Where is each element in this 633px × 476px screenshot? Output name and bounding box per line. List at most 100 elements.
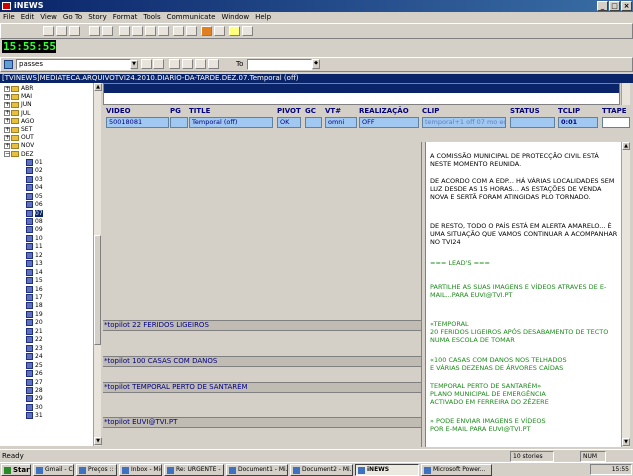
printer-icon[interactable]	[186, 26, 197, 36]
gc-field[interactable]	[305, 117, 322, 128]
story-scrollbar[interactable]: ▲ ▼	[621, 142, 630, 447]
clip-field[interactable]: temporal+1 off 07 mo ed 1	[422, 117, 506, 128]
tree-day-10[interactable]: 10	[26, 234, 43, 242]
tree-folder-set[interactable]: + SET	[4, 126, 32, 133]
tree-scroll-thumb[interactable]	[94, 235, 101, 345]
tree-scroll-up-icon[interactable]: ▲	[94, 83, 102, 91]
copy-icon[interactable]	[56, 26, 67, 36]
minimize-button[interactable]: _	[597, 1, 608, 11]
menu-communicate[interactable]: Communicate	[167, 13, 216, 21]
tree-day-02[interactable]: 02	[26, 167, 43, 175]
expand-icon[interactable]: +	[4, 142, 10, 149]
menu-file[interactable]: File	[3, 13, 15, 21]
spell-icon[interactable]	[145, 26, 156, 36]
expand-icon[interactable]: −	[4, 151, 10, 158]
taskbar-item-8[interactable]: Microsoft Power...	[421, 464, 492, 476]
expand-icon[interactable]: +	[4, 118, 10, 125]
realizacao-field[interactable]: OFF	[359, 117, 419, 128]
tree-day-30[interactable]: 30	[26, 403, 43, 411]
flash-icon[interactable]	[201, 26, 212, 36]
print-icon[interactable]	[173, 26, 184, 36]
tree-day-01[interactable]: 01	[26, 158, 43, 166]
tree-day-14[interactable]: 14	[26, 268, 43, 276]
cut-icon[interactable]	[43, 26, 54, 36]
tree-day-06[interactable]: 06	[26, 201, 43, 209]
tree-folder-jun[interactable]: + JUN	[4, 101, 32, 108]
cg-bar-1[interactable]: *topilot 22 FERIDOS LIGEIROS	[103, 320, 421, 331]
tree-day-08[interactable]: 08	[26, 217, 43, 225]
title-field[interactable]: Temporal (off)	[189, 117, 273, 128]
story-view-icon[interactable]	[208, 59, 219, 69]
tree-day-25[interactable]: 25	[26, 361, 43, 369]
expand-icon[interactable]: +	[4, 110, 10, 117]
maximize-button[interactable]: □	[609, 1, 620, 11]
close-button[interactable]: ×	[621, 1, 632, 11]
view-icon[interactable]	[242, 26, 253, 36]
help-icon[interactable]	[214, 26, 225, 36]
window-icon[interactable]	[89, 26, 100, 36]
pivot-field[interactable]: OK	[277, 117, 301, 128]
to-input[interactable]	[247, 59, 312, 70]
story-scroll-up-icon[interactable]: ▲	[622, 142, 630, 150]
split-window-icon[interactable]	[102, 26, 113, 36]
start-button[interactable]: Start	[1, 464, 31, 476]
tree-scroll-down-icon[interactable]: ▼	[94, 437, 102, 445]
expand-icon[interactable]: +	[4, 134, 10, 141]
vt-field[interactable]: omni	[325, 117, 357, 128]
to-spin-button[interactable]: ◆	[312, 59, 320, 69]
taskbar-item-6[interactable]: Document2 - Mi...	[290, 464, 353, 476]
tree-day-04[interactable]: 04	[26, 184, 43, 192]
menu-tools[interactable]: Tools	[143, 13, 160, 21]
tree-day-09[interactable]: 09	[26, 226, 43, 234]
tree-day-05[interactable]: 05	[26, 192, 43, 200]
edit-icon[interactable]	[119, 26, 130, 36]
menu-edit[interactable]: Edit	[21, 13, 35, 21]
queue-scrollbar[interactable]	[621, 83, 630, 105]
queue-path-input[interactable]: passes	[16, 59, 131, 70]
expand-icon[interactable]: +	[4, 101, 10, 108]
back-icon[interactable]	[169, 59, 180, 69]
taskbar-item-3[interactable]: Inbox - Microso...	[119, 464, 162, 476]
find-icon[interactable]	[141, 59, 152, 69]
tree-day-24[interactable]: 24	[26, 353, 43, 361]
menu-story[interactable]: Story	[88, 13, 107, 21]
menu-go-to[interactable]: Go To	[63, 13, 82, 21]
tree-folder-abr[interactable]: + ABR	[4, 85, 33, 92]
cg-bar-4[interactable]: *topilot EUVI@TVI.PT	[103, 417, 421, 428]
format-icon[interactable]	[158, 26, 169, 36]
taskbar-item-2[interactable]: Preços :: CP :: ...	[76, 464, 117, 476]
tree-day-15[interactable]: 15	[26, 277, 43, 285]
production-cues-panel[interactable]: *topilot 22 FERIDOS LIGEIROS *topilot 10…	[103, 142, 421, 447]
menu-window[interactable]: Window	[221, 13, 249, 21]
tree-day-18[interactable]: 18	[26, 302, 43, 310]
expand-icon[interactable]: +	[4, 85, 10, 92]
video-field[interactable]: 50018081	[106, 117, 169, 128]
expand-icon[interactable]: +	[4, 93, 10, 100]
tree-day-29[interactable]: 29	[26, 395, 43, 403]
refresh-icon[interactable]	[195, 59, 206, 69]
menu-help[interactable]: Help	[255, 13, 271, 21]
tree-scrollbar[interactable]: ▲ ▼	[93, 83, 102, 446]
tree-day-17[interactable]: 17	[26, 294, 43, 301]
paste-icon[interactable]	[69, 26, 80, 36]
story-text-panel[interactable]: A COMISSÃO MUNICIPAL DE PROTECÇÃO CIVIL …	[426, 142, 621, 447]
status-field[interactable]	[510, 117, 555, 128]
tree-folder-jul[interactable]: + JUL	[4, 110, 31, 117]
tree-day-16[interactable]: 16	[26, 285, 43, 293]
note-icon[interactable]	[229, 26, 240, 36]
ttape-field[interactable]	[602, 117, 630, 128]
tree-day-21[interactable]: 21	[26, 327, 43, 335]
tree-day-12[interactable]: 12	[26, 251, 43, 259]
tree-day-07[interactable]: 07	[26, 209, 43, 217]
directory-tree[interactable]: + ABR + MAI + JUN + JUL + AGO + SET + OUT + NOV − DEZ 01 02…	[0, 83, 101, 446]
tree-folder-dez[interactable]: − DEZ	[4, 151, 34, 158]
cg-bar-2[interactable]: *topilot 100 CASAS COM DANOS	[103, 356, 421, 367]
tree-day-13[interactable]: 13	[26, 260, 43, 268]
expand-icon[interactable]: +	[4, 126, 10, 133]
taskbar-item-4[interactable]: Re: URGENTE - ...	[164, 464, 224, 476]
pg-field[interactable]	[170, 117, 188, 128]
story-scroll-down-icon[interactable]: ▼	[622, 438, 630, 446]
tree-folder-nov[interactable]: + NOV	[4, 142, 34, 149]
tree-day-23[interactable]: 23	[26, 344, 43, 352]
check-icon[interactable]	[132, 26, 143, 36]
